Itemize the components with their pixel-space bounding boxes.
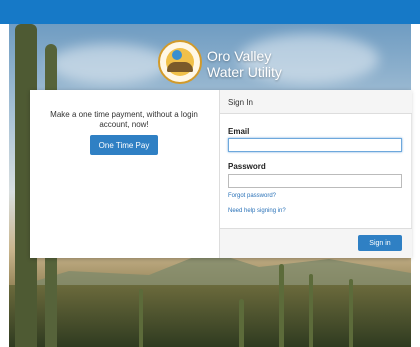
sign-in-panel: Sign In Email Password Forgot password? …: [219, 90, 412, 258]
forgot-password-link[interactable]: Forgot password?: [228, 193, 276, 199]
brand-title: Oro Valley Water Utility: [207, 48, 282, 80]
password-label: Password: [228, 162, 266, 171]
one-time-pay-button[interactable]: One Time Pay: [90, 135, 158, 155]
email-label: Email: [228, 127, 250, 136]
email-field[interactable]: [228, 138, 402, 152]
password-field[interactable]: [228, 174, 402, 188]
top-bar: [0, 0, 420, 24]
brand-line-2: Water Utility: [207, 64, 282, 80]
one-time-payment-panel: Make a one time payment, without a login…: [30, 90, 219, 258]
brand-line-1: Oro Valley: [207, 48, 272, 64]
login-card: Make a one time payment, without a login…: [30, 90, 412, 258]
sign-in-button[interactable]: Sign in: [358, 235, 402, 251]
oro-valley-logo: [158, 40, 202, 84]
help-signing-in-link[interactable]: Need help signing in?: [228, 208, 286, 214]
sign-in-footer: Sign in: [220, 228, 412, 258]
sign-in-heading: Sign In: [228, 98, 253, 107]
sign-in-header: Sign In: [220, 90, 412, 114]
payment-message: Make a one time payment, without a login…: [50, 110, 198, 129]
